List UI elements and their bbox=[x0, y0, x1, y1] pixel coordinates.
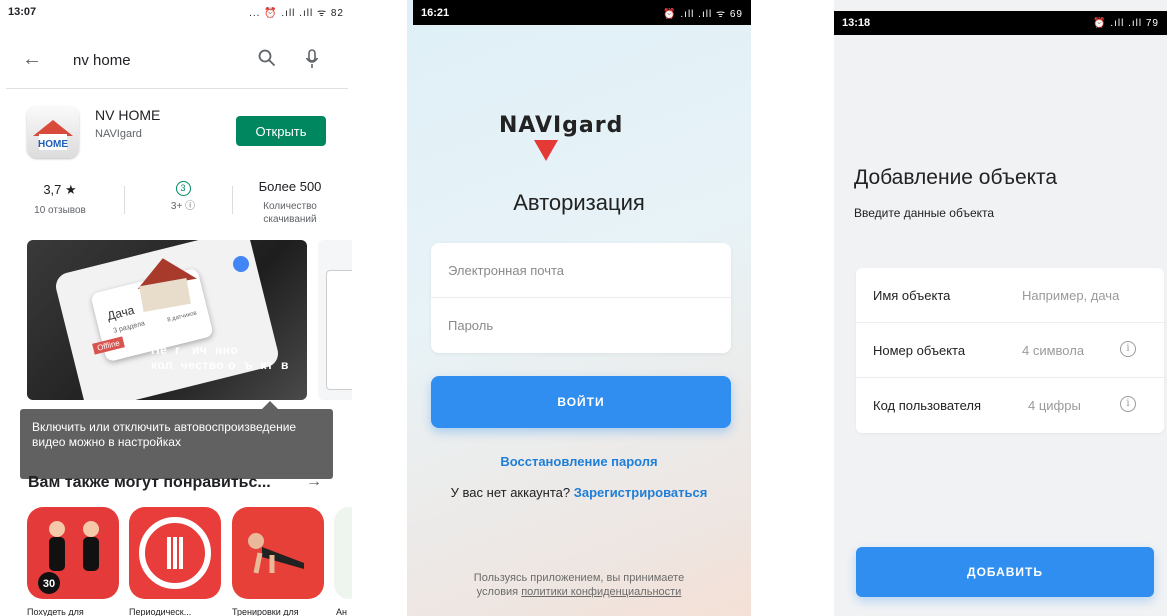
autoplay-tooltip: Включить или отключить автовоспроизведен… bbox=[20, 409, 333, 479]
rec-app-label[interactable]: Похудеть для bbox=[27, 607, 84, 616]
blue-badge-icon bbox=[233, 256, 249, 272]
rec-app-label[interactable]: Ан bbox=[336, 607, 347, 616]
terms-notice: Пользуясь приложением, вы принимаете усл… bbox=[473, 572, 685, 598]
search-icon[interactable] bbox=[258, 49, 276, 67]
status-time: 13:18 bbox=[842, 17, 871, 29]
divider bbox=[6, 88, 348, 89]
section-title[interactable]: Вам также могут понравитьс... bbox=[28, 474, 271, 492]
rec-app-icon-4[interactable] bbox=[334, 507, 352, 599]
status-bar: 16:21 ⏰ .ıll .ıll ᯤ 69 bbox=[413, 0, 751, 25]
search-query[interactable]: nv home bbox=[73, 52, 131, 69]
status-bar: 13:18 ⏰ .ıll .ıll 79 bbox=[834, 11, 1167, 35]
search-bar: ← nv home bbox=[0, 44, 352, 78]
rating-value: 3,7 ★ bbox=[43, 182, 77, 197]
no-account-text: У вас нет аккаунта? bbox=[450, 485, 571, 500]
svg-text:30: 30 bbox=[43, 578, 55, 590]
fork-knife-icon bbox=[139, 517, 211, 589]
app-name[interactable]: NV HOME bbox=[95, 107, 160, 123]
rating-stat: 3,7 ★ 10 отзывов bbox=[20, 182, 100, 217]
login-button[interactable]: ВОЙТИ bbox=[431, 376, 731, 428]
downloads-label: Количество скачиваний bbox=[263, 201, 317, 225]
age-rating: 3+ ⓘ bbox=[170, 201, 196, 212]
back-arrow-icon[interactable]: ← bbox=[22, 48, 42, 71]
divider bbox=[124, 186, 125, 214]
field-label: Код пользователя bbox=[873, 398, 982, 413]
add-button[interactable]: ДОБАВИТЬ bbox=[856, 547, 1154, 597]
info-icon[interactable]: i bbox=[1120, 396, 1136, 412]
fitness-woman-icon: 30 bbox=[38, 521, 99, 594]
object-name-input[interactable]: Например, дача bbox=[1022, 288, 1119, 303]
app-icon[interactable]: HOME bbox=[27, 106, 79, 158]
age-stat: 3 3+ ⓘ bbox=[148, 179, 218, 213]
app-developer[interactable]: NAVIgard bbox=[95, 128, 142, 140]
field-label: Имя объекта bbox=[873, 288, 951, 303]
downloads-value: Более 500 bbox=[258, 179, 322, 194]
open-button[interactable]: Открыть bbox=[236, 116, 326, 146]
arrow-right-icon[interactable]: → bbox=[306, 473, 322, 491]
page-title: Добавление объекта bbox=[854, 166, 1058, 189]
downloads-stat: Более 500 Количество скачиваний bbox=[240, 179, 340, 226]
screenshot-video[interactable]: Дача 3 раздела 8 датчиков Offline Не г и… bbox=[27, 240, 307, 400]
logo-triangle-icon bbox=[534, 140, 558, 161]
register-link[interactable]: Зарегистрироваться bbox=[574, 485, 708, 500]
register-prompt: У вас нет аккаунта? Зарегистрироваться bbox=[407, 485, 751, 500]
password-field[interactable]: Пароль bbox=[431, 298, 731, 353]
status-bar: 13:07 ... ⏰ .ıll .ıll ᯤ 82 bbox=[0, 0, 352, 24]
info-icon[interactable]: i bbox=[1120, 341, 1136, 357]
screenshot-thumbnail[interactable] bbox=[318, 240, 352, 400]
rec-app-label[interactable]: Периодическ... bbox=[129, 607, 191, 616]
play-store-screen: 13:07 ... ⏰ .ıll .ıll ᯤ 82 ← nv home HOM… bbox=[0, 0, 352, 616]
object-form: Имя объекта Например, дача Номер объекта… bbox=[856, 268, 1164, 433]
house-logo-icon: HOME bbox=[33, 120, 73, 150]
status-icons: ... ⏰ .ıll .ıll ᯤ 82 bbox=[249, 8, 344, 19]
tooltip-arrow bbox=[262, 401, 278, 409]
rec-app-label[interactable]: Тренировки для bbox=[232, 607, 299, 616]
status-time: 13:07 bbox=[8, 6, 37, 18]
phone-mockup bbox=[326, 270, 352, 390]
email-field[interactable]: Электронная почта bbox=[431, 243, 731, 298]
video-caption: Не г ич нно кол чество о ъ кт в bbox=[151, 343, 289, 372]
add-object-screen: 13:18 ⏰ .ıll .ıll 79 Добавление объекта … bbox=[834, 0, 1167, 616]
login-form: Электронная почта Пароль bbox=[431, 243, 731, 353]
status-icons: ⏰ .ıll .ıll 79 bbox=[1093, 17, 1159, 29]
object-name-row[interactable]: Имя объекта Например, дача bbox=[856, 268, 1164, 323]
status-icons: ⏰ .ıll .ıll ᯤ 69 bbox=[663, 8, 743, 20]
recover-password-link[interactable]: Восстановление пароля bbox=[407, 454, 751, 469]
privacy-policy-link[interactable]: политики конфиденциальности bbox=[521, 586, 681, 598]
rec-app-icon-1[interactable]: 30 bbox=[27, 507, 119, 599]
rec-app-icon-3[interactable] bbox=[232, 507, 324, 599]
user-code-input[interactable]: 4 цифры bbox=[1028, 398, 1081, 413]
object-number-row[interactable]: Номер объекта 4 символа i bbox=[856, 323, 1164, 378]
status-time: 16:21 bbox=[421, 6, 450, 19]
page-subtitle: Введите данные объекта bbox=[854, 206, 995, 220]
navigard-logo: NAVIgard bbox=[499, 113, 663, 163]
microphone-icon[interactable] bbox=[305, 49, 319, 69]
divider bbox=[232, 186, 233, 214]
app-icon-text: HOME bbox=[38, 139, 68, 150]
pushup-man-icon bbox=[248, 533, 304, 574]
field-label: Номер объекта bbox=[873, 343, 966, 358]
user-code-row[interactable]: Код пользователя 4 цифры i bbox=[856, 378, 1164, 433]
age-rating-badge: 3 bbox=[175, 181, 191, 196]
auth-screen: 16:21 ⏰ .ıll .ıll ᯤ 69 NAVIgard Авториза… bbox=[407, 0, 751, 616]
logo-wordmark: NAVIgard bbox=[499, 113, 624, 138]
reviews-count: 10 отзывов bbox=[34, 205, 86, 216]
object-number-input[interactable]: 4 символа bbox=[1022, 343, 1084, 358]
rec-app-icon-2[interactable] bbox=[129, 507, 221, 599]
page-title: Авторизация bbox=[513, 190, 645, 215]
